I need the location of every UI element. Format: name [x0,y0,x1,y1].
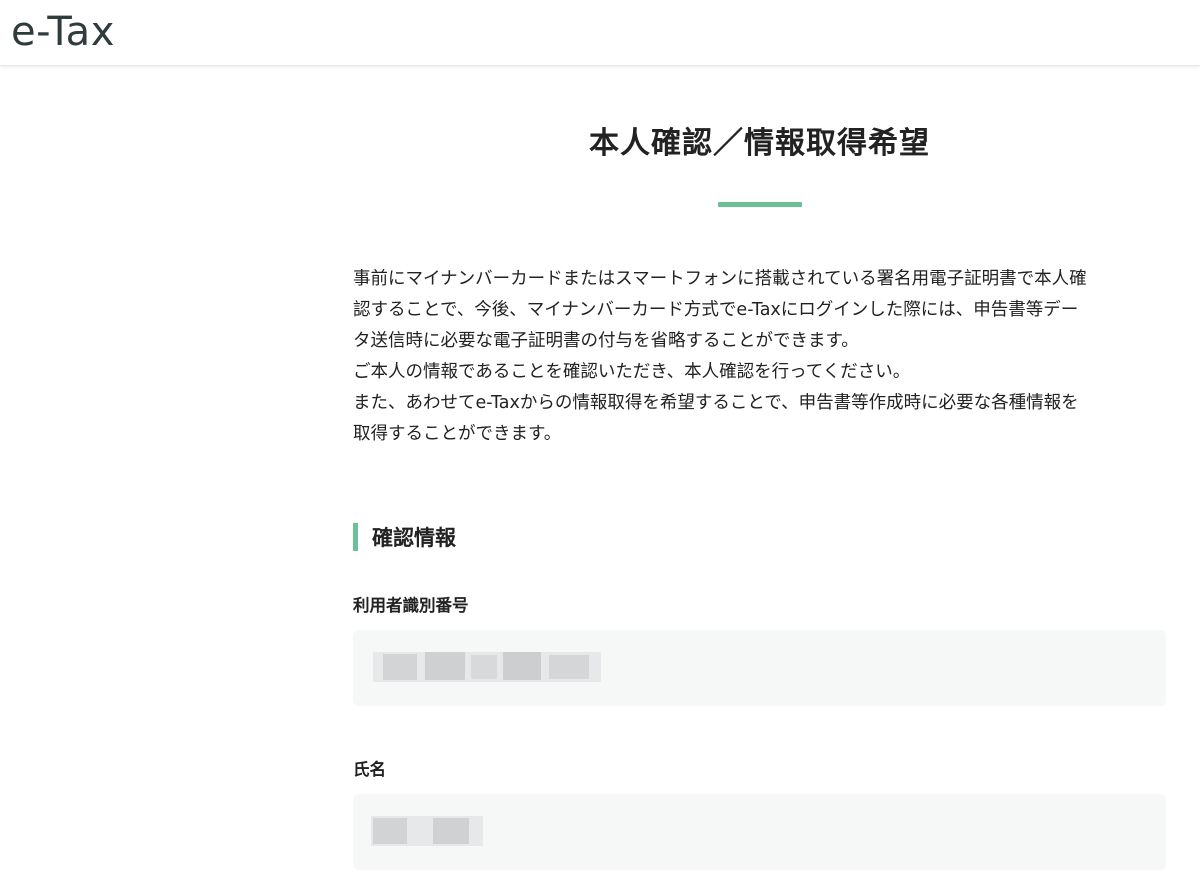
intro-line: 取得することができます。 [353,424,562,444]
page-title: 本人確認／情報取得希望 [589,126,930,161]
section-heading: 確認情報 [353,521,456,553]
name-field [353,794,1166,870]
intro-line: タ送信時に必要な電子証明書の付与を省略することができます。 [353,331,859,351]
section-title: 確認情報 [372,526,456,550]
name-label: 氏名 [353,760,386,779]
intro-line: また、あわせてe-Taxからの情報取得を希望することで、申告書等作成時に必要な各… [353,393,1079,413]
section-marker [353,523,358,551]
intro-text: 事前にマイナンバーカードまたはスマートフォンに搭載されている署名用電子証明書で本… [353,264,1166,450]
intro-line: ご本人の情報であることを確認いただき、本人確認を行ってください。 [353,362,911,382]
site-header: e-Tax [0,0,1200,66]
user-id-field [353,630,1166,706]
intro-line: 認することで、今後、マイナンバーカード方式でe-Taxにログインした際には、申告… [353,300,1079,320]
etax-logo[interactable]: e-Tax [11,8,115,56]
intro-line: 事前にマイナンバーカードまたはスマートフォンに搭載されている署名用電子証明書で本… [353,269,1087,289]
title-underline [718,202,802,207]
user-id-label: 利用者識別番号 [353,596,469,615]
